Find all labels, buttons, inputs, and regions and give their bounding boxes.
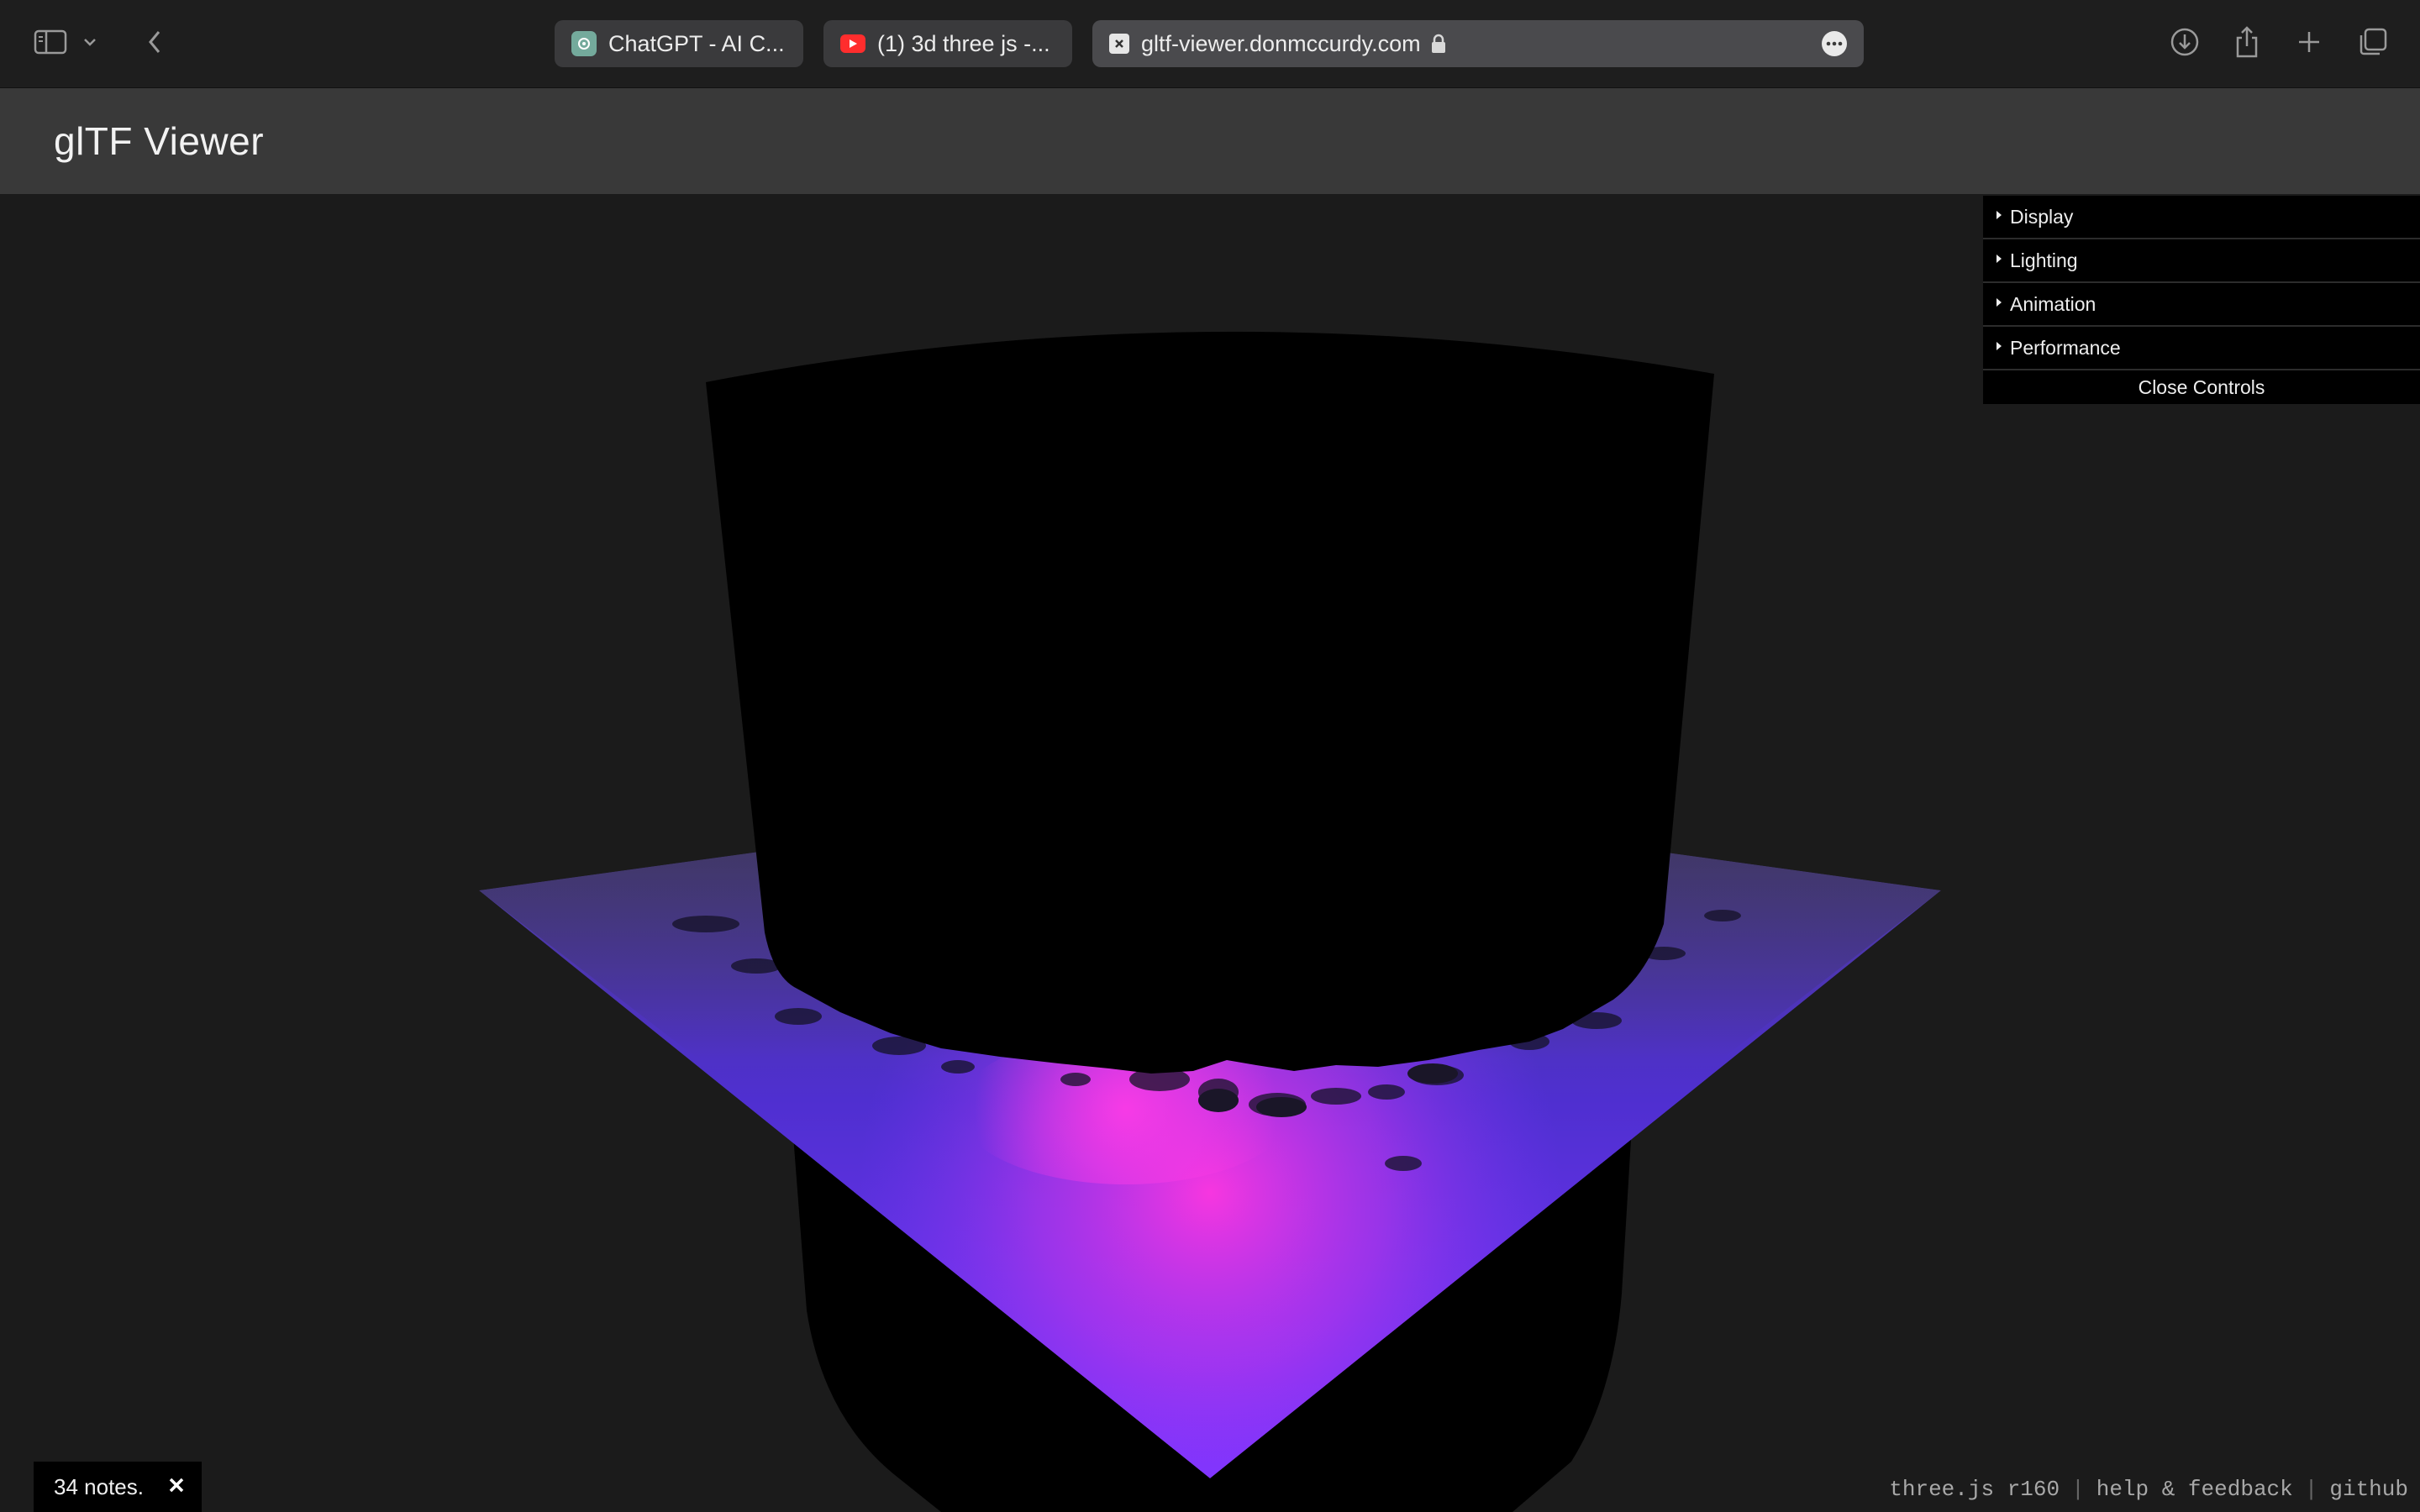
help-feedback-link[interactable]: help & feedback (2096, 1477, 2293, 1502)
tab-title: ChatGPT - AI C... (608, 30, 785, 56)
caret-right-icon (1996, 298, 2002, 307)
separator: | (2071, 1477, 2085, 1502)
lock-icon (1431, 34, 1446, 54)
address-bar[interactable]: gltf-viewer.donmccurdy.com (1092, 20, 1864, 67)
site-icon (1109, 34, 1129, 54)
folder-lighting[interactable]: Lighting (1983, 239, 2420, 283)
version-link[interactable]: three.js r160 (1889, 1477, 2060, 1502)
download-icon (2170, 28, 2199, 56)
page-menu-button[interactable] (1822, 31, 1847, 56)
folder-animation[interactable]: Animation (1983, 283, 2420, 327)
folder-label: Lighting (2010, 249, 2078, 271)
tab-chatgpt[interactable]: ChatGPT - AI C... (555, 20, 803, 67)
share-icon (2236, 26, 2258, 58)
cylinder-upper (706, 331, 1714, 1074)
tabs-overview-icon (2360, 28, 2387, 55)
share-button[interactable] (2227, 22, 2267, 62)
back-button[interactable] (134, 22, 175, 62)
more-icon (1826, 41, 1843, 46)
folder-label: Display (2010, 205, 2074, 228)
close-icon[interactable] (166, 1475, 187, 1501)
chevron-down-icon (84, 39, 96, 46)
url-text: gltf-viewer.donmccurdy.com (1141, 30, 1421, 56)
folder-label: Performance (2010, 336, 2121, 359)
chatgpt-icon (571, 31, 597, 56)
tab-youtube[interactable]: (1) 3d three js -... (823, 20, 1072, 67)
separator: | (2304, 1477, 2318, 1502)
folder-label: Animation (2010, 292, 2096, 315)
close-controls-button[interactable]: Close Controls (1983, 370, 2420, 404)
tab-overview-button[interactable] (2353, 22, 2393, 62)
app-header: glTF Viewer (0, 88, 2420, 194)
notes-badge[interactable]: 34 notes. (34, 1462, 202, 1512)
new-tab-button[interactable] (2289, 22, 2329, 62)
notes-label: 34 notes. (54, 1473, 144, 1499)
controls-panel: Display Lighting Animation Performance C… (1983, 196, 2420, 404)
youtube-icon (840, 34, 865, 53)
footer-links: three.js r160 | help & feedback | github (1889, 1477, 2408, 1502)
downloads-button[interactable] (2165, 22, 2205, 62)
folder-display[interactable]: Display (1983, 196, 2420, 239)
caret-right-icon (1996, 342, 2002, 350)
browser-toolbar: ChatGPT - AI C... (1) 3d three js -... g… (0, 0, 2420, 88)
chevron-left-icon (149, 31, 160, 53)
sidebar-toggle-button[interactable] (30, 22, 71, 62)
tab-group-dropdown[interactable] (77, 22, 103, 62)
caret-right-icon (1996, 211, 2002, 219)
page-title: glTF Viewer (54, 119, 265, 163)
plus-icon (2299, 32, 2319, 52)
caret-right-icon (1996, 255, 2002, 263)
folder-performance[interactable]: Performance (1983, 327, 2420, 370)
github-link[interactable]: github (2329, 1477, 2408, 1502)
sidebar-icon (34, 29, 67, 55)
tab-title: (1) 3d three js -... (877, 30, 1050, 56)
